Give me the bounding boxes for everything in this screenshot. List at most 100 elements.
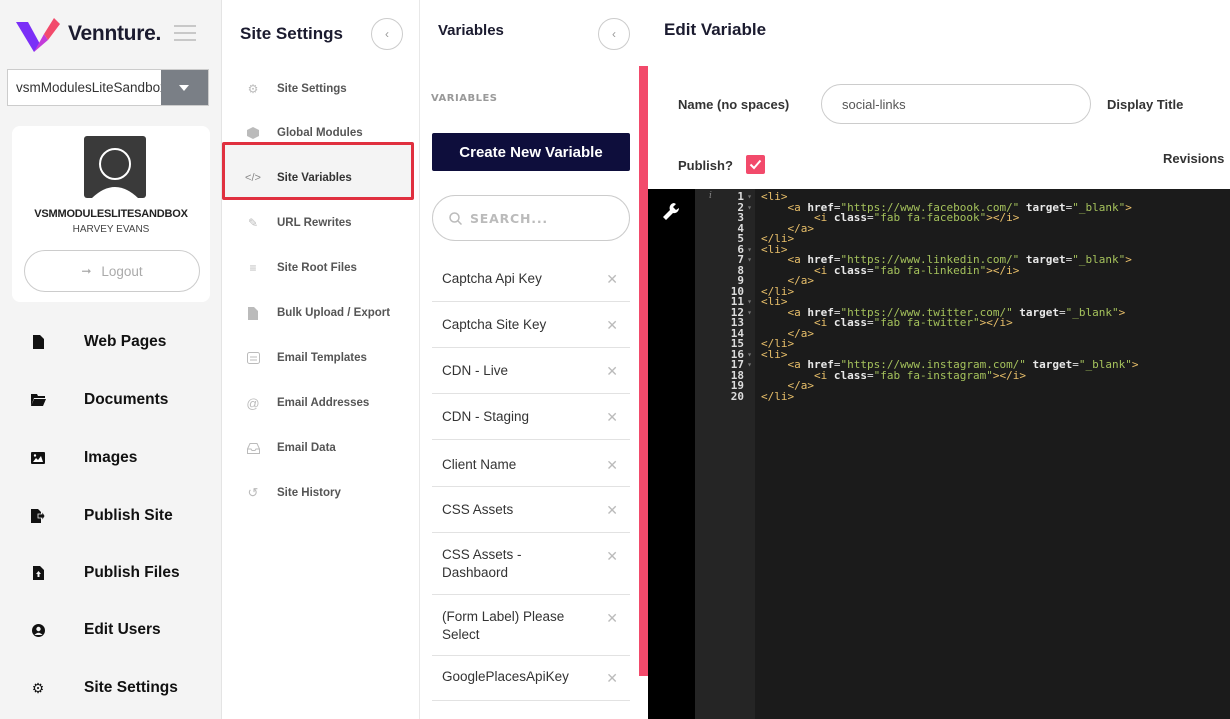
settings-item-site-settings[interactable]: ⚙ Site Settings [222, 69, 420, 109]
variable-item[interactable]: Client Name ✕ [432, 440, 630, 487]
settings-item-bulk-upload[interactable]: Bulk Upload / Export [222, 293, 420, 333]
nav-label: Publish Site [84, 507, 173, 524]
settings-item-label: Global Modules [277, 127, 363, 139]
fold-icon[interactable]: ▾ [744, 203, 755, 214]
fold-icon[interactable] [744, 224, 755, 235]
nav-label: Site Settings [84, 679, 178, 696]
delete-icon[interactable]: ✕ [606, 409, 618, 426]
settings-item-email-data[interactable]: Email Data [222, 428, 420, 468]
variable-item[interactable]: CDN - Staging ✕ [432, 394, 630, 440]
fold-icon[interactable]: ▾ [744, 255, 755, 266]
chevron-left-icon: ‹ [385, 27, 389, 41]
variable-item[interactable]: GooglePlacesApiKey ✕ [432, 656, 630, 701]
settings-item-site-variables[interactable]: </> Site Variables [222, 158, 420, 198]
user-icon [28, 623, 48, 637]
nav-publish-site[interactable]: Publish Site [0, 496, 222, 536]
fold-icon[interactable] [744, 339, 755, 350]
logout-button[interactable]: ➞ Logout [24, 250, 200, 292]
variable-item[interactable]: (Form Label) Please Select ✕ [432, 595, 630, 656]
nav-documents[interactable]: Documents [0, 380, 222, 420]
nav-images[interactable]: Images [0, 438, 222, 478]
settings-item-site-root-files[interactable]: ≡ Site Root Files [222, 248, 420, 288]
scroll-indicator[interactable] [639, 66, 648, 676]
variable-item[interactable]: Captcha Site Key ✕ [432, 302, 630, 348]
pencil-icon: ✎ [247, 216, 259, 230]
fold-icon[interactable]: ▾ [744, 192, 755, 203]
fold-icon[interactable] [744, 276, 755, 287]
code-line[interactable]: 20 </li> [695, 389, 1230, 403]
settings-panel: Site Settings ‹ ⚙ Site Settings Global M… [222, 0, 420, 719]
logout-label: Logout [101, 263, 143, 279]
fold-icon[interactable] [744, 266, 755, 277]
nav-site-settings[interactable]: ⚙ Site Settings [0, 668, 222, 708]
at-icon: @ [246, 395, 260, 411]
nav-label: Publish Files [84, 564, 180, 581]
nav-label: Documents [84, 391, 169, 408]
settings-item-site-history[interactable]: ↺ Site History [222, 473, 420, 513]
collapse-variables-button[interactable]: ‹ [598, 18, 630, 50]
brand[interactable]: Vennture. [14, 14, 161, 54]
fold-icon[interactable]: ▾ [744, 308, 755, 319]
create-new-variable-button[interactable]: Create New Variable [432, 133, 630, 171]
section-label: VARIABLES [431, 93, 498, 104]
variable-item[interactable]: Captcha Api Key ✕ [432, 257, 630, 302]
delete-icon[interactable]: ✕ [606, 457, 618, 474]
delete-icon[interactable]: ✕ [606, 317, 618, 334]
revisions-label[interactable]: Revisions [1163, 151, 1224, 166]
fold-icon[interactable]: ▾ [744, 297, 755, 308]
delete-icon[interactable]: ✕ [606, 670, 618, 687]
search-box[interactable] [432, 195, 630, 241]
publish-checkbox[interactable] [746, 155, 765, 174]
fold-icon[interactable]: ▾ [744, 245, 755, 256]
settings-item-global-modules[interactable]: Global Modules [222, 113, 420, 153]
settings-item-label: Site Settings [277, 83, 347, 95]
fold-icon[interactable] [744, 371, 755, 382]
settings-item-url-rewrites[interactable]: ✎ URL Rewrites [222, 203, 420, 243]
file-upload-icon [28, 566, 48, 580]
name-label: Name (no spaces) [678, 97, 790, 112]
name-input[interactable] [821, 84, 1091, 124]
settings-item-label: Site History [277, 487, 341, 499]
site-select[interactable]: vsmModulesLiteSandbox [7, 69, 209, 106]
fold-icon[interactable] [744, 381, 755, 392]
line-number: 20 [730, 389, 744, 403]
code-lines[interactable]: 1 ▾ <li> 2 ▾ <a href="https://www.facebook.c… [695, 191, 1230, 403]
code-editor[interactable]: i 1 ▾ <li> 2 ▾ <a href="https://www.facebook… [648, 189, 1230, 719]
profile-user: HARVEY EVANS [72, 224, 150, 235]
fold-icon[interactable]: ▾ [744, 360, 755, 371]
variable-item[interactable]: CSS Assets ✕ [432, 487, 630, 533]
edit-variable-title: Edit Variable [664, 20, 767, 39]
nav-label: Images [84, 449, 138, 466]
fold-icon[interactable] [744, 287, 755, 298]
edit-variable-panel: Edit Variable Name (no spaces) Display T… [648, 0, 1230, 719]
variable-label: (Form Label) Please Select [442, 609, 565, 642]
user-silhouette-icon [92, 148, 138, 198]
variable-item[interactable]: CDN - Live ✕ [432, 348, 630, 394]
hamburger-menu-icon[interactable] [174, 25, 196, 43]
delete-icon[interactable]: ✕ [606, 271, 618, 288]
fold-icon[interactable] [744, 329, 755, 340]
history-icon: ↺ [247, 485, 259, 500]
settings-item-email-addresses[interactable]: @ Email Addresses [222, 383, 420, 423]
settings-item-email-templates[interactable]: Email Templates [222, 338, 420, 378]
wrench-icon[interactable] [662, 202, 680, 222]
fold-icon[interactable] [744, 392, 755, 403]
cube-icon [244, 127, 262, 139]
publish-label: Publish? [678, 158, 733, 173]
nav-web-pages[interactable]: Web Pages [0, 322, 222, 362]
fold-icon[interactable] [744, 213, 755, 224]
variable-item[interactable]: CSS Assets - Dashbaord ✕ [432, 533, 630, 595]
nav-publish-files[interactable]: Publish Files [0, 553, 222, 593]
search-input[interactable] [470, 210, 620, 226]
fold-icon[interactable] [744, 318, 755, 329]
delete-icon[interactable]: ✕ [606, 502, 618, 519]
chevron-down-icon[interactable] [161, 70, 208, 105]
delete-icon[interactable]: ✕ [606, 363, 618, 380]
delete-icon[interactable]: ✕ [606, 548, 618, 565]
fold-icon[interactable] [744, 234, 755, 245]
nav-edit-users[interactable]: Edit Users [0, 610, 222, 650]
delete-icon[interactable]: ✕ [606, 610, 618, 627]
folder-icon [28, 394, 48, 406]
collapse-settings-button[interactable]: ‹ [371, 18, 403, 50]
fold-icon[interactable]: ▾ [744, 350, 755, 361]
